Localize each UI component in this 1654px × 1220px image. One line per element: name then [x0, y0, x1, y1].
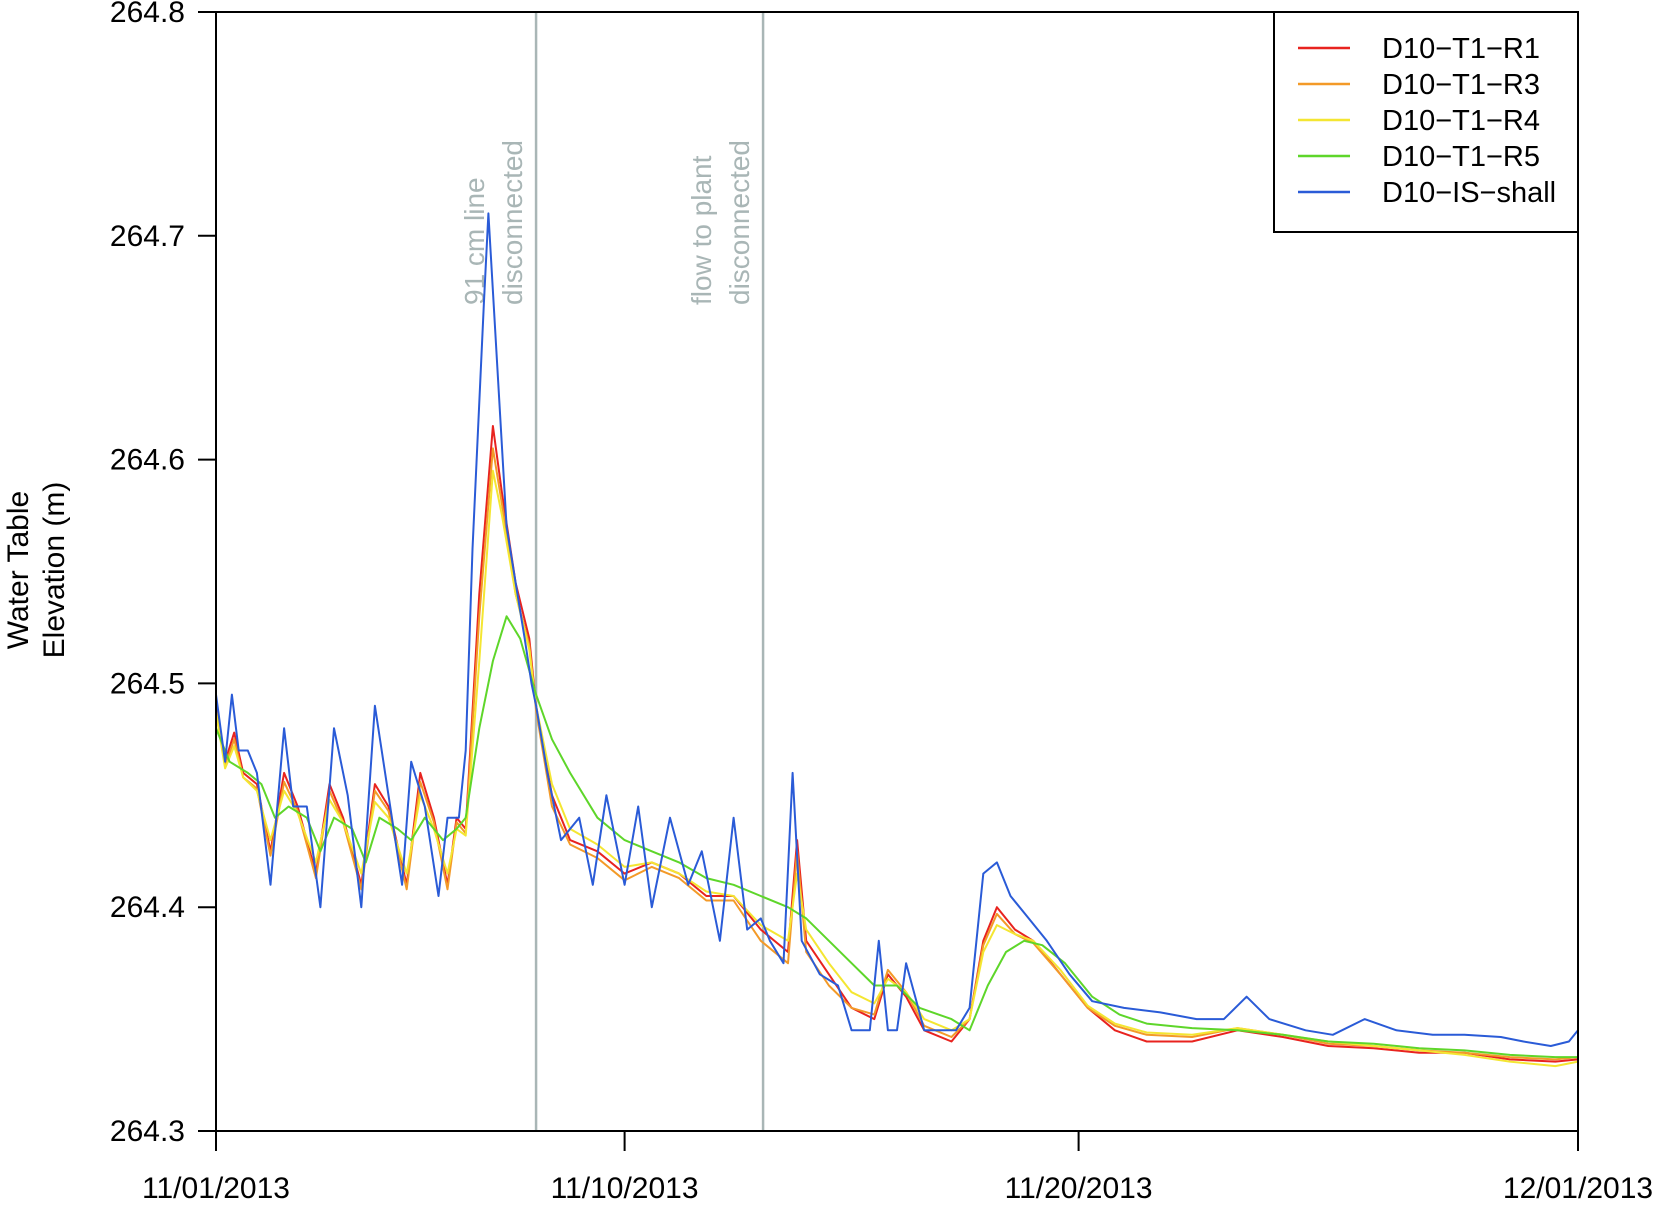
legend-label-2: D10−T1−R4: [1382, 105, 1540, 137]
y-axis-title: Water Table Elevation (m): [2, 482, 71, 659]
x-tick-label-0: 11/01/2013: [142, 1172, 290, 1205]
legend-label-1: D10−T1−R3: [1382, 69, 1540, 101]
line-chart: 91 cm line disconnected flow to plant disco…: [2, 0, 1653, 1205]
x-axis: 11/01/2013 11/10/2013 11/20/2013 12/01/2013: [142, 1131, 1653, 1205]
series-line-4: [215, 212, 1579, 1047]
x-tick-label-3: 12/01/2013: [1503, 1172, 1653, 1205]
legend-label-3: D10−T1−R5: [1382, 141, 1540, 173]
y-tick-label-4: 264.7: [110, 220, 185, 253]
annotation-layer: 91 cm line disconnected flow to plant disco…: [459, 12, 765, 1131]
legend: D10−T1−R1 D10−T1−R3 D10−T1−R4 D10−T1−R5 D10−…: [1273, 11, 1579, 233]
x-tick-label-2: 11/20/2013: [1005, 1172, 1153, 1205]
legend-label-4: D10−IS−shall: [1382, 177, 1556, 209]
y-axis-title-line-1: Elevation (m): [38, 482, 71, 659]
series-line-1: [215, 447, 1579, 1061]
y-tick-label-0: 264.3: [110, 1115, 185, 1148]
series-line-3: [215, 615, 1578, 1059]
series-line-2: [215, 469, 1579, 1068]
series-layer: [215, 212, 1579, 1068]
annotation-text-1-0: flow to plant: [686, 155, 717, 305]
y-tick-label-2: 264.5: [110, 667, 185, 700]
y-tick-label-1: 264.4: [110, 891, 185, 924]
y-tick-label-5: 264.8: [110, 0, 185, 29]
y-axis-title-line-0: Water Table: [2, 491, 35, 649]
y-tick-label-3: 264.6: [110, 444, 185, 477]
x-tick-label-1: 11/10/2013: [551, 1172, 699, 1205]
annotation-text-0-1: disconnected: [497, 140, 528, 305]
y-axis: 264.3 264.4 264.5 264.6 264.7 264.8: [110, 0, 216, 1148]
series-line-0: [215, 425, 1579, 1063]
annotation-text-1-1: disconnected: [724, 140, 755, 305]
legend-label-0: D10−T1−R1: [1382, 33, 1540, 65]
